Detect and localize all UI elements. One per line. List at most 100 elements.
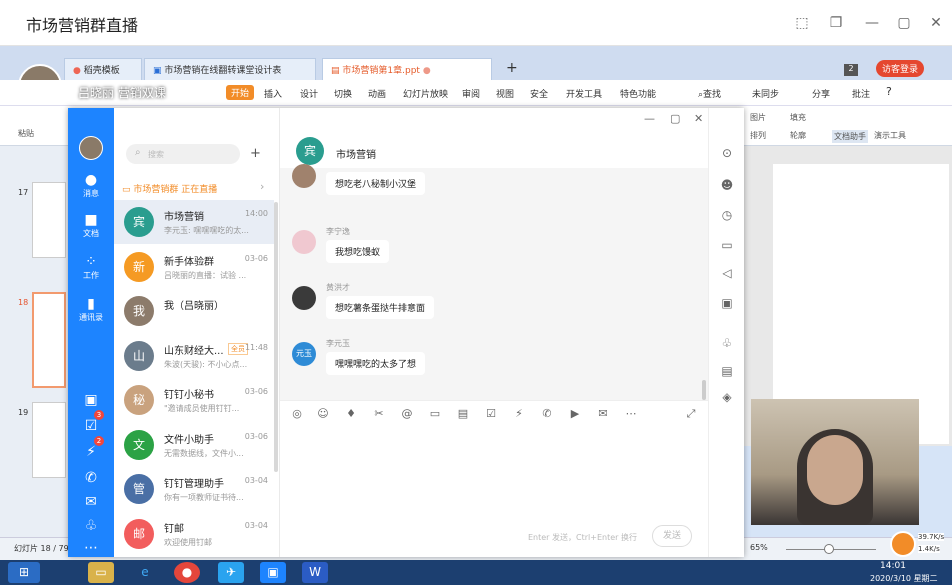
mail-icon[interactable]: ✉ — [68, 494, 114, 510]
nav-messages[interactable]: ● 消息 — [68, 172, 114, 199]
ribbon-doc-assistant[interactable]: 文档助手 — [832, 130, 868, 143]
menu-comment[interactable]: 批注 — [852, 87, 870, 100]
user-avatar[interactable] — [79, 136, 103, 160]
folder-icon[interactable]: ▭ — [428, 407, 442, 420]
call-icon[interactable]: ✆ — [540, 407, 554, 420]
checkbox-icon[interactable]: ☑ — [484, 407, 498, 420]
ding-icon[interactable]: ⚡ — [68, 444, 114, 460]
send-button[interactable]: 发送 — [652, 525, 692, 547]
dingtalk-taskbar-icon[interactable]: ✈ — [218, 562, 244, 583]
menu-features[interactable]: 特色功能 — [620, 87, 656, 100]
zoom-level[interactable]: 65% — [750, 543, 768, 552]
minimize-button[interactable]: — — [862, 13, 882, 33]
message-area[interactable]: 想吃老八秘制小汉堡 李宁逸 我想吃馒蚁 黄洪才 想吃薯条蛋挞牛排意面 元玉 李元玉 嘿嘿嘿吃的… — [280, 164, 708, 400]
search-input[interactable]: 搜索 — [148, 149, 164, 160]
conversation-list[interactable]: 宾市场营销 14:00 李元玉: 嘿嘿嘿吃的太... 新新手体验群 03-06 吕晓丽的直… — [114, 200, 280, 557]
nav-docs[interactable]: ■ 文档 — [68, 212, 114, 239]
tab-design-sheet[interactable]: ▣ 市场营销在线翻转课堂设计表 — [144, 58, 316, 80]
pin-icon[interactable]: ⬚ — [792, 13, 812, 33]
minimize-icon[interactable]: — — [644, 112, 655, 125]
conversation-item[interactable]: 管钉钉管理助手 03-04 你有一项教师证书待... — [114, 467, 274, 511]
gif-icon[interactable]: ◎ — [290, 407, 304, 420]
mention-icon[interactable]: @ — [400, 407, 414, 420]
expand-icon[interactable]: ⤢ — [684, 407, 698, 421]
sender-avatar[interactable] — [292, 230, 316, 254]
ribbon-outline[interactable]: 轮廓 — [790, 130, 806, 141]
sender-avatar[interactable] — [292, 286, 316, 310]
sender-avatar[interactable] — [292, 164, 316, 188]
slide-thumbnail[interactable] — [32, 182, 66, 258]
wps-taskbar-icon[interactable]: W — [302, 562, 328, 583]
chat-message[interactable]: 想吃老八秘制小汉堡 — [280, 164, 708, 216]
new-tab-icon[interactable]: + — [506, 60, 518, 76]
close-icon[interactable]: ✕ — [694, 112, 703, 125]
chrome-icon[interactable]: ● — [174, 562, 200, 583]
maximize-icon[interactable]: ▢ — [670, 112, 680, 125]
menu-start[interactable]: 开始 — [226, 85, 255, 100]
menu-review[interactable]: 审阅 — [462, 87, 480, 100]
menu-transition[interactable]: 切换 — [334, 87, 352, 100]
ribbon-paste[interactable]: 粘贴 — [18, 128, 34, 139]
copy-icon[interactable]: ❐ — [826, 13, 846, 33]
chat-avatar[interactable]: 宾 — [296, 137, 324, 165]
chat-message[interactable]: 元玉 李元玉 嘿嘿嘿吃的太多了想 — [280, 332, 708, 384]
chat-message[interactable]: 黄洪才 想吃薯条蛋挞牛排意面 — [280, 276, 708, 328]
phone-icon[interactable]: ✆ — [68, 470, 114, 486]
add-icon[interactable]: + — [250, 146, 261, 161]
clock-time[interactable]: 14:01 — [880, 561, 906, 571]
menu-view[interactable]: 视图 — [496, 87, 514, 100]
chat-message[interactable]: 李宁逸 我想吃馒蚁 — [280, 220, 708, 272]
clock-date[interactable]: 2020/3/10 星期二 — [870, 573, 938, 584]
help-icon[interactable]: ? — [886, 85, 892, 98]
thumbs-up-icon[interactable]: ♦ — [344, 407, 358, 420]
conversation-item[interactable]: 山山东财经大... 全员 11:48 朱波(天骏): 不小心点... — [114, 334, 274, 378]
more-icon[interactable]: ⋯ — [624, 407, 638, 420]
more-icon[interactable]: ⋯ — [68, 540, 114, 556]
menu-design[interactable]: 设计 — [300, 87, 318, 100]
ding-icon[interactable]: ⚡ — [512, 407, 526, 420]
menu-animation[interactable]: 动画 — [368, 87, 386, 100]
calendar-icon[interactable]: ▣ — [68, 392, 114, 408]
slide-thumbnail-selected[interactable] — [32, 292, 66, 388]
nav-work[interactable]: ⁘ 工作 — [68, 254, 114, 281]
live-record-icon[interactable]: ▣ — [719, 296, 735, 310]
conversation-item[interactable]: 宾市场营销 14:00 李元玉: 嘿嘿嘿吃的太... — [114, 200, 274, 244]
mail-icon[interactable]: ✉ — [596, 407, 610, 420]
ribbon-present-tools[interactable]: 演示工具 — [874, 130, 906, 141]
menu-sync[interactable]: 未同步 — [752, 87, 779, 100]
ribbon-arrange[interactable]: 排列 — [750, 130, 766, 141]
app-icon[interactable]: ♧ — [68, 518, 114, 534]
add-member-icon[interactable]: ☻ — [719, 178, 735, 192]
menu-slideshow[interactable]: 幻灯片放映 — [403, 87, 448, 100]
announcement-icon[interactable]: ◁ — [719, 266, 735, 280]
ribbon-fill[interactable]: 填充 — [790, 112, 806, 123]
history-icon[interactable]: ◷ — [719, 208, 735, 222]
chat-scrollbar[interactable] — [702, 380, 706, 400]
start-button[interactable]: ⊞ — [8, 562, 40, 583]
notes-icon[interactable]: ▤ — [719, 364, 735, 378]
live-icon[interactable]: ▶ — [568, 407, 582, 420]
conversation-item[interactable]: 文文件小助手 03-06 无需数据线，文件小... — [114, 423, 274, 467]
login-button[interactable]: 访客登录 — [876, 60, 925, 77]
conversation-item[interactable]: 秘钉钉小秘书 03-06 "邀请成员使用钉钉... — [114, 378, 274, 422]
chevron-right-icon[interactable]: › — [260, 180, 264, 193]
folder-icon[interactable]: ▭ — [719, 238, 735, 252]
todo-icon[interactable]: ☑ — [68, 418, 114, 434]
conversation-item[interactable]: 新新手体验群 03-06 吕晓丽的直播：试验 ... — [114, 245, 274, 289]
tab-template[interactable]: ● 稻壳模板 — [64, 58, 142, 80]
conversation-item[interactable]: 我我（吕晓丽） — [114, 289, 274, 333]
menu-devtools[interactable]: 开发工具 — [566, 87, 602, 100]
maximize-button[interactable]: ▢ — [894, 13, 914, 33]
tab-ppt[interactable]: ▤ 市场营销第1章.ppt ● — [322, 58, 492, 80]
scissors-icon[interactable]: ✂ — [372, 407, 386, 420]
menu-insert[interactable]: 插入 — [264, 87, 282, 100]
emoji-icon[interactable]: ☺ — [316, 407, 330, 420]
ribbon-picture[interactable]: 图片 — [750, 112, 766, 123]
ie-icon[interactable]: e — [132, 562, 158, 583]
menu-find[interactable]: ⌕查找 — [698, 87, 721, 100]
slide-thumbnail[interactable] — [32, 402, 66, 478]
file-explorer-icon[interactable]: ▭ — [88, 562, 114, 583]
close-button[interactable]: ✕ — [926, 13, 946, 33]
sender-avatar[interactable]: 元玉 — [292, 342, 316, 366]
cube-icon[interactable]: ◈ — [719, 390, 735, 404]
